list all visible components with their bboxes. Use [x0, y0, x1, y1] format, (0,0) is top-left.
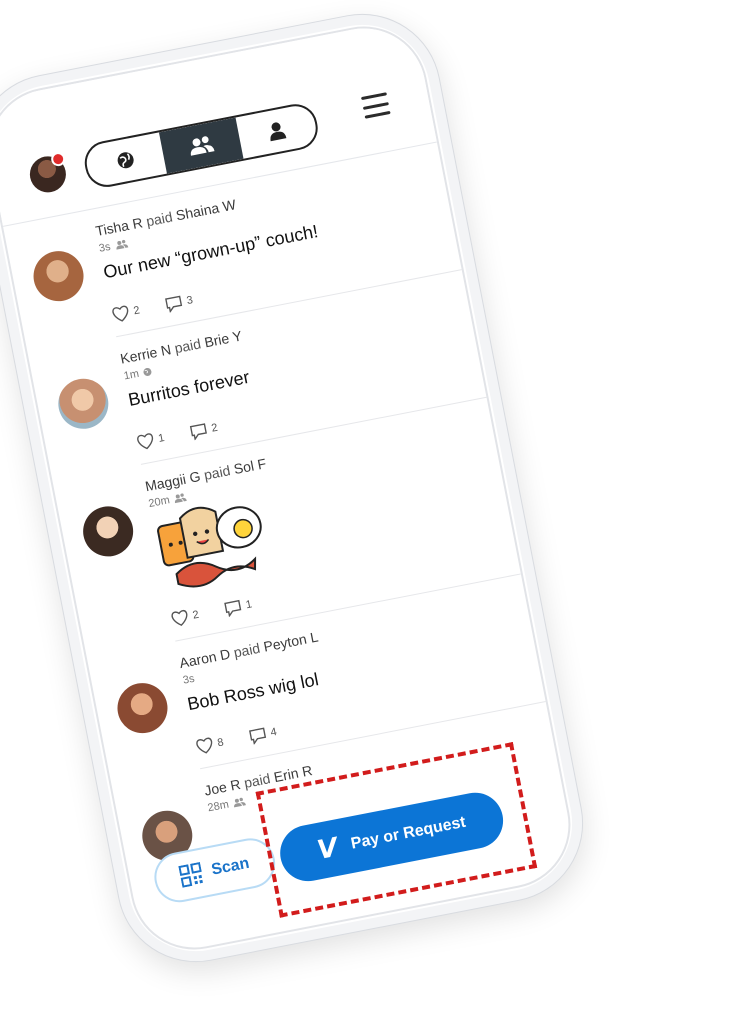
story-meta: 3s: [97, 237, 129, 255]
story-actions: 2 3: [111, 292, 195, 323]
friends-icon: [190, 136, 215, 156]
story-actions: 1 2: [135, 420, 219, 451]
like-count: 2: [132, 304, 141, 318]
hamburger-menu-icon[interactable]: [360, 92, 391, 119]
avatar[interactable]: [113, 678, 172, 738]
story-meta: 1m: [123, 365, 154, 382]
heart-icon: [112, 305, 129, 322]
like-button[interactable]: 1: [135, 430, 166, 451]
comment-count: 4: [269, 726, 278, 739]
payee-name[interactable]: Peyton L: [262, 628, 319, 654]
like-count: 8: [216, 736, 225, 750]
story-headline: Kerrie N paid Brie Y: [119, 327, 243, 366]
comment-button[interactable]: 3: [164, 292, 195, 314]
comment-button[interactable]: 2: [188, 420, 219, 441]
like-button[interactable]: 2: [170, 607, 201, 628]
like-button[interactable]: 2: [111, 302, 142, 323]
app-screen: Tisha R paid Shaina W 3s Our new “grown-…: [0, 15, 582, 961]
like-count: 2: [191, 608, 200, 622]
story-actions: 2 1: [170, 596, 254, 627]
timestamp: 1m: [122, 367, 141, 383]
like-count: 1: [157, 432, 166, 445]
person-icon: [270, 122, 287, 142]
payer-name[interactable]: Joe R: [203, 776, 242, 799]
breakfast-sticker: [157, 506, 262, 588]
payer-name[interactable]: Aaron D: [178, 646, 231, 672]
friends-icon: [175, 493, 188, 504]
heart-icon: [171, 609, 188, 626]
comment-icon: [189, 423, 208, 441]
payee-name[interactable]: Brie Y: [203, 327, 243, 350]
heart-icon: [196, 737, 213, 754]
comment-count: 3: [185, 294, 194, 308]
notification-dot: [49, 150, 67, 168]
comment-count: 2: [210, 421, 219, 435]
comment-icon: [249, 727, 267, 746]
qr-code-icon: [178, 861, 203, 888]
payee-name[interactable]: Shaina W: [175, 196, 238, 223]
story-headline: Maggii G paid Sol F: [144, 455, 268, 494]
paid-verb: paid: [144, 208, 174, 230]
payer-name[interactable]: Tisha R: [94, 214, 144, 239]
story-actions: 8 4: [194, 724, 278, 755]
friends-icon: [116, 239, 128, 250]
tab-public[interactable]: [83, 132, 167, 188]
avatar[interactable]: [29, 246, 88, 306]
paid-verb: paid: [232, 639, 262, 661]
story-meta: 3s: [182, 673, 196, 687]
like-button[interactable]: 8: [194, 734, 225, 755]
timestamp: 28m: [206, 798, 230, 815]
payee-name[interactable]: Sol F: [232, 455, 267, 477]
avatar[interactable]: [78, 502, 138, 561]
friends-icon: [234, 797, 247, 808]
payer-name[interactable]: Maggii G: [144, 468, 202, 494]
heart-icon: [137, 433, 154, 450]
comment-icon: [165, 295, 183, 314]
comment-button[interactable]: 4: [248, 724, 279, 746]
scan-label: Scan: [209, 854, 251, 879]
avatar[interactable]: [54, 374, 113, 434]
globe-icon: [143, 367, 152, 376]
story-meta: 28m: [207, 795, 248, 814]
paid-verb: paid: [202, 462, 232, 483]
comment-count: 1: [244, 598, 254, 612]
payer-name[interactable]: Kerrie N: [119, 341, 172, 367]
payment-note: Bob Ross wig lol: [185, 669, 321, 715]
phone-mockup: Tisha R paid Shaina W 3s Our new “grown-…: [0, 1, 596, 975]
paid-verb: paid: [173, 335, 203, 357]
timestamp: 3s: [97, 240, 112, 255]
paid-verb: paid: [242, 770, 272, 791]
timestamp: 20m: [147, 494, 171, 511]
globe-icon: [117, 152, 134, 169]
tab-personal[interactable]: [235, 103, 319, 159]
timestamp: 3s: [181, 672, 196, 687]
comment-button[interactable]: 1: [223, 596, 254, 618]
profile-avatar[interactable]: [26, 150, 70, 196]
comment-icon: [224, 599, 242, 618]
tab-friends[interactable]: [159, 117, 244, 174]
